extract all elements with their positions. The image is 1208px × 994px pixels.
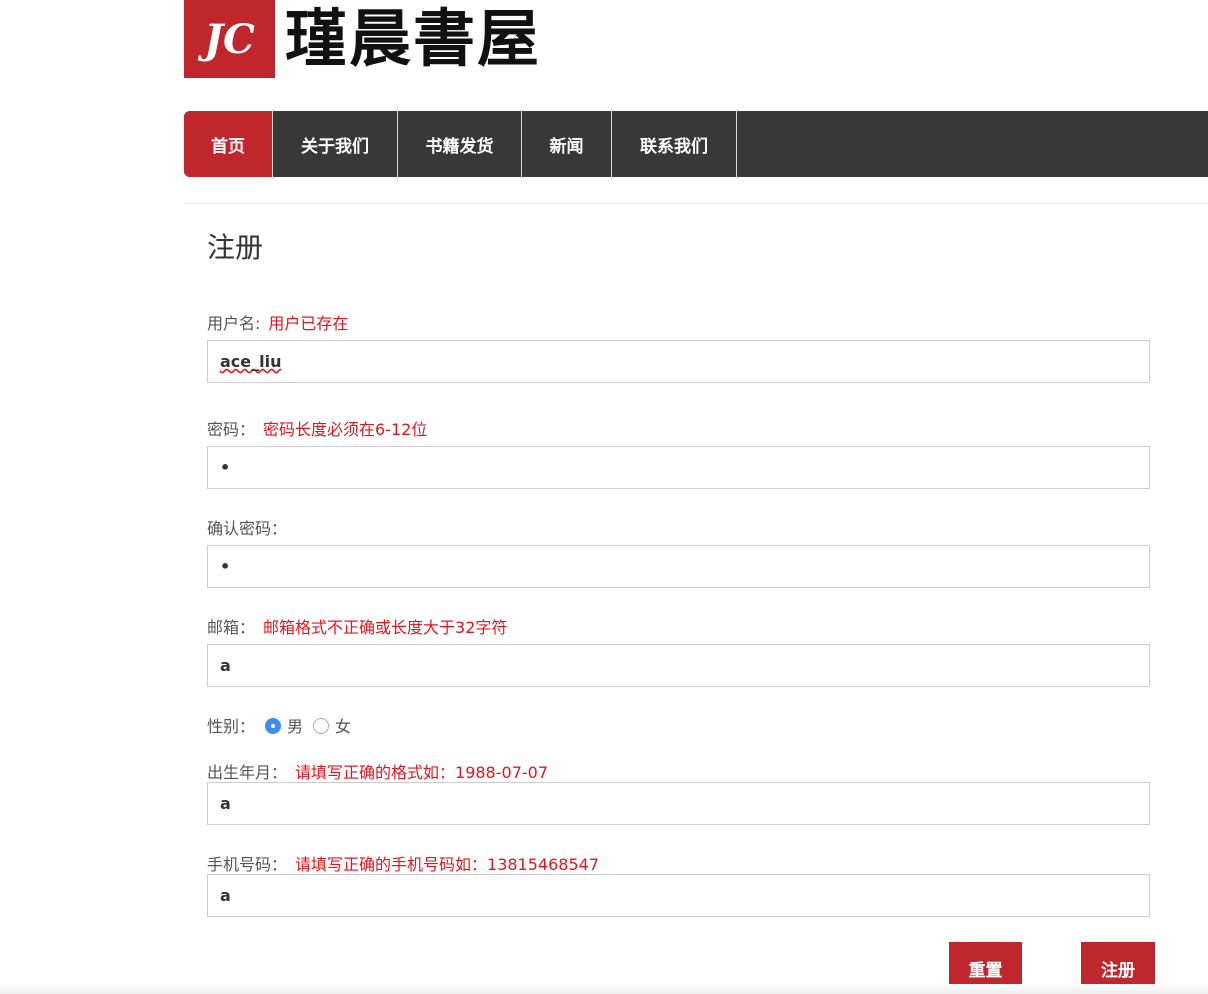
phone-value: a xyxy=(220,886,231,905)
nav-item-news[interactable]: 新闻 xyxy=(522,111,612,177)
bottom-shadow xyxy=(0,984,1208,994)
email-error: 邮箱格式不正确或长度大于32字符 xyxy=(263,618,508,637)
confirm-password-value: • xyxy=(220,557,231,576)
nav-item-home[interactable]: 首页 xyxy=(184,111,273,177)
password-label: 密码： xyxy=(207,420,256,439)
email-label: 邮箱： xyxy=(207,618,256,637)
confirm-password-input[interactable]: • xyxy=(207,545,1150,588)
username-value: ace_liu xyxy=(220,352,282,371)
birth-label: 出生年月： xyxy=(207,763,288,782)
phone-error: 请填写正确的手机号码如：13815468547 xyxy=(295,855,599,874)
email-label-row: 邮箱： 邮箱格式不正确或长度大于32字符 xyxy=(207,614,507,638)
username-label: 用户名: xyxy=(207,314,261,333)
logo-name: 瑾晨書屋 xyxy=(285,2,542,75)
username-label-row: 用户名: 用户已存在 xyxy=(207,310,348,334)
nav-item-book-shipping[interactable]: 书籍发货 xyxy=(398,111,522,177)
confirm-label-row: 确认密码： xyxy=(207,515,287,539)
password-error: 密码长度必须在6-12位 xyxy=(263,420,428,439)
divider xyxy=(184,203,1208,204)
username-error: 用户已存在 xyxy=(268,314,349,333)
gender-radio-female[interactable] xyxy=(313,718,330,734)
gender-label: 性别： xyxy=(207,717,256,736)
birth-label-row: 出生年月： 请填写正确的格式如：1988-07-07 xyxy=(207,759,548,783)
gender-row: 性别： 男 女 xyxy=(207,713,351,737)
site-logo[interactable]: JC 瑾晨書屋 xyxy=(184,0,541,78)
phone-label-row: 手机号码： 请填写正确的手机号码如：13815468547 xyxy=(207,851,599,875)
page-title: 注册 xyxy=(207,231,264,264)
gender-option-male: 男 xyxy=(287,717,304,736)
phone-label: 手机号码： xyxy=(207,855,288,874)
email-value: a xyxy=(220,656,231,675)
phone-input[interactable]: a xyxy=(207,874,1150,917)
nav-item-contact[interactable]: 联系我们 xyxy=(612,111,737,177)
main-nav: 首页 关于我们 书籍发货 新闻 联系我们 xyxy=(184,111,1208,177)
logo-mark: JC xyxy=(184,0,275,78)
gender-radio-male[interactable] xyxy=(265,718,282,734)
username-input[interactable]: ace_liu xyxy=(207,340,1150,383)
password-label-row: 密码： 密码长度必须在6-12位 xyxy=(207,416,427,440)
nav-item-about[interactable]: 关于我们 xyxy=(273,111,398,177)
email-input[interactable]: a xyxy=(207,644,1150,687)
gender-option-female: 女 xyxy=(335,717,352,736)
password-input[interactable]: • xyxy=(207,446,1150,489)
password-value: • xyxy=(220,458,231,477)
confirm-password-label: 确认密码： xyxy=(207,519,288,538)
birth-input[interactable]: a xyxy=(207,782,1150,825)
birth-error: 请填写正确的格式如：1988-07-07 xyxy=(295,763,549,782)
birth-value: a xyxy=(220,794,231,813)
